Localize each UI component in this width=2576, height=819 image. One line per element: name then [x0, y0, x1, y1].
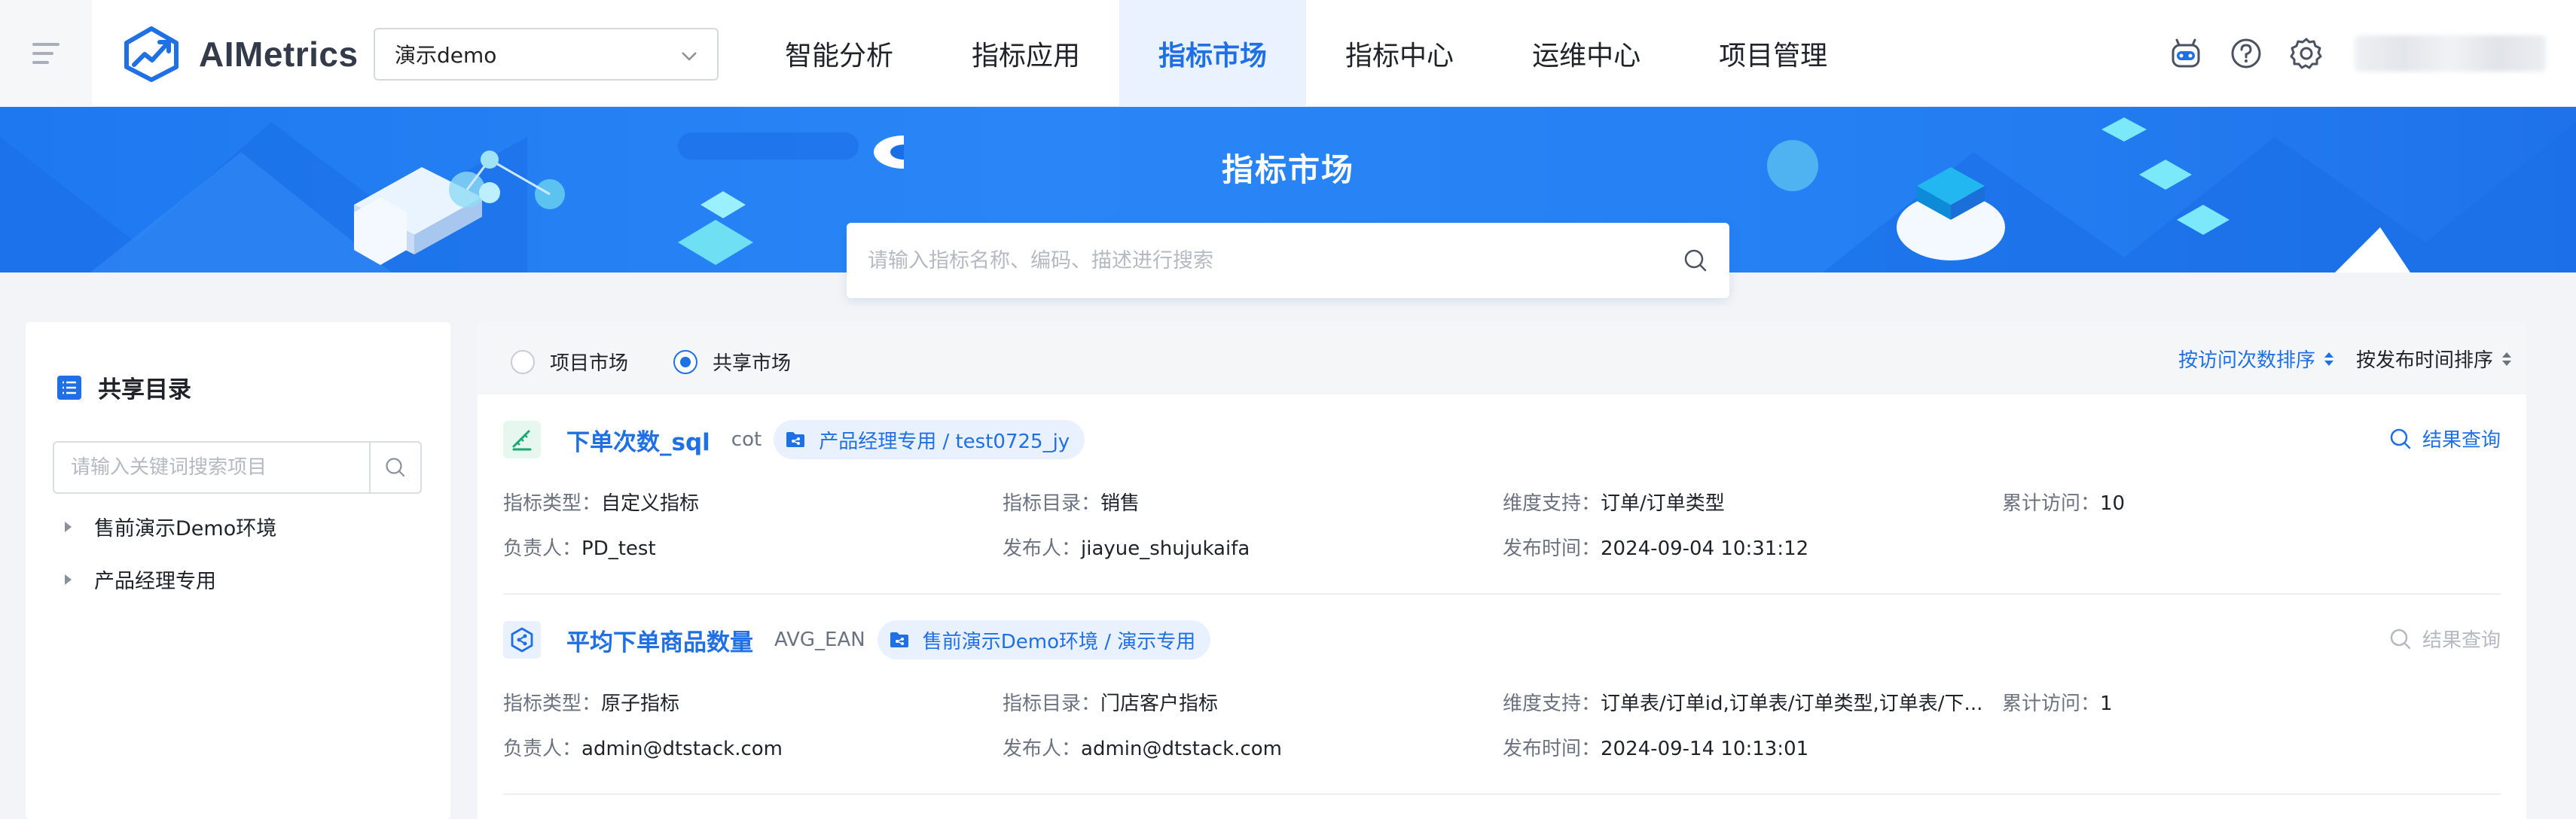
user-account-menu[interactable]	[2355, 35, 2546, 72]
list-icon	[57, 375, 81, 400]
field-total-visits: 累计访问：10	[2002, 492, 2126, 515]
metric-code: AVG_EAN	[774, 629, 865, 651]
field-dimension-support: 维度支持：订单/订单类型	[1503, 492, 1725, 515]
nav-item-project-management[interactable]: 项目管理	[1680, 0, 1866, 107]
radio-circle[interactable]	[673, 349, 697, 374]
metric-name[interactable]: 下单次数_sql	[566, 423, 710, 457]
page-title: 指标市场	[1221, 151, 1354, 188]
app-name: AIMetrics	[199, 35, 359, 74]
metric-tag-label: 售前演示Demo环境 / 演示专用	[922, 630, 1196, 653]
field-dimension-support: 维度支持：订单表/订单id,订单表/订单类型,订单表/下...	[1503, 693, 1983, 715]
nav-item-ops-center[interactable]: 运维中心	[1493, 0, 1680, 107]
field-metric-catalog: 指标目录：门店客户指标	[1003, 693, 1219, 715]
filter-bar: 项目市场 共享市场 按访问次数排序 按发布时间排序	[478, 322, 2526, 394]
radio-project-market[interactable]: 项目市场	[511, 348, 628, 376]
project-select-value: 演示demo	[395, 43, 497, 68]
top-navbar: AIMetrics 演示demo 智能分析 指标应用 指标市场 指标中心 运维中…	[0, 0, 2576, 107]
result-query-label: 结果查询	[2422, 629, 2501, 652]
project-select[interactable]: 演示demo	[374, 28, 719, 81]
metric-search-input[interactable]	[868, 248, 1683, 272]
shared-catalog-panel: 共享目录 售前演示Demo环境 产品经理专用	[26, 322, 450, 819]
gear-icon[interactable]	[2287, 34, 2326, 73]
metric-search-box	[847, 223, 1729, 298]
tree-item-presales-demo[interactable]: 售前演示Demo环境	[65, 512, 276, 541]
shared-folder-icon	[890, 632, 908, 647]
result-query-button[interactable]: 结果查询	[2389, 625, 2501, 653]
metric-card-header: 下单次数_sql cot 产品经理专用 / test0725_jy	[503, 419, 1085, 461]
sort-arrows-icon	[2324, 351, 2333, 367]
result-query-label: 结果查询	[2422, 429, 2501, 452]
nav-item-metric-center[interactable]: 指标中心	[1306, 0, 1493, 107]
hamburger-icon	[32, 37, 60, 70]
radio-label: 项目市场	[550, 352, 629, 375]
search-icon[interactable]	[1683, 248, 1708, 273]
tree-item-pm-only[interactable]: 产品经理专用	[65, 565, 216, 594]
robot-assistant-icon[interactable]	[2166, 34, 2205, 73]
sort-by-visits[interactable]: 按访问次数排序	[2178, 345, 2333, 373]
nav-item-metric-market[interactable]: 指标市场	[1119, 0, 1307, 107]
field-owner: 负责人：PD_test	[503, 537, 656, 560]
field-publisher: 发布人：admin@dtstack.com	[1003, 738, 1282, 760]
field-owner: 负责人：admin@dtstack.com	[503, 738, 783, 760]
radio-label: 共享市场	[713, 352, 792, 375]
metric-catalog-tag: 售前演示Demo环境 / 演示专用	[877, 620, 1211, 659]
catalog-title: 共享目录	[57, 370, 191, 404]
field-publish-time: 发布时间：2024-09-14 10:13:01	[1503, 738, 1809, 760]
top-right-actions	[2166, 0, 2576, 107]
menu-toggle-button[interactable]	[0, 0, 92, 107]
search-icon	[2390, 428, 2411, 449]
main-nav: 智能分析 指标应用 指标市场 指标中心 运维中心 项目管理	[746, 0, 1866, 107]
sort-label: 按访问次数排序	[2178, 349, 2315, 372]
radio-circle[interactable]	[511, 349, 535, 374]
radio-shared-market[interactable]: 共享市场	[673, 348, 791, 376]
atomic-metric-icon	[503, 621, 541, 659]
sql-metric-icon	[503, 421, 541, 458]
metric-card-header: 平均下单商品数量 AVG_EAN 售前演示Demo环境 / 演示专用	[503, 619, 1211, 661]
catalog-search-button[interactable]	[369, 443, 420, 492]
nav-item-metric-apps[interactable]: 指标应用	[932, 0, 1119, 107]
catalog-title-label: 共享目录	[98, 376, 191, 403]
search-icon	[386, 458, 405, 477]
metric-name[interactable]: 平均下单商品数量	[566, 623, 753, 657]
app-logo[interactable]: AIMetrics	[121, 26, 359, 83]
field-metric-catalog: 指标目录：销售	[1003, 492, 1140, 515]
metric-list-area: 项目市场 共享市场 按访问次数排序 按发布时间排序 下单次数_sql cot 产…	[478, 322, 2526, 819]
chevron-down-icon	[682, 52, 697, 61]
aimetrics-logo-icon	[124, 26, 179, 82]
metric-tag-label: 产品经理专用 / test0725_jy	[819, 430, 1070, 453]
field-publisher: 发布人：jiayue_shujukaifa	[1003, 537, 1250, 560]
result-query-button[interactable]: 结果查询	[2389, 425, 2501, 452]
field-metric-type: 指标类型：原子指标	[503, 693, 680, 715]
sort-by-publish-time[interactable]: 按发布时间排序	[2356, 345, 2511, 373]
shared-folder-icon	[786, 432, 805, 447]
caret-right-icon[interactable]	[65, 574, 72, 585]
metric-card[interactable]: 下单次数_sql cot 产品经理专用 / test0725_jy 结果查询 指…	[503, 394, 2501, 595]
metric-card[interactable]: 平均下单商品数量 AVG_EAN 售前演示Demo环境 / 演示专用 结果查询 …	[503, 595, 2501, 795]
metric-code: cot	[731, 428, 762, 451]
catalog-search-input[interactable]	[54, 443, 369, 492]
tree-item-label: 产品经理专用	[94, 570, 216, 593]
nav-item-smart-analysis[interactable]: 智能分析	[746, 0, 932, 107]
sort-label: 按发布时间排序	[2355, 349, 2493, 372]
field-metric-type: 指标类型：自定义指标	[503, 492, 700, 515]
caret-right-icon[interactable]	[65, 521, 72, 532]
field-total-visits: 累计访问：1	[2002, 693, 2113, 715]
sort-arrows-icon	[2502, 351, 2511, 367]
field-publish-time: 发布时间：2024-09-04 10:31:12	[1503, 537, 1809, 560]
metric-catalog-tag: 产品经理专用 / test0725_jy	[774, 420, 1085, 459]
tree-item-label: 售前演示Demo环境	[94, 517, 277, 540]
metric-list: 下单次数_sql cot 产品经理专用 / test0725_jy 结果查询 指…	[478, 394, 2526, 819]
help-icon[interactable]	[2227, 34, 2266, 73]
catalog-search-box	[53, 441, 422, 494]
search-icon	[2390, 629, 2411, 649]
